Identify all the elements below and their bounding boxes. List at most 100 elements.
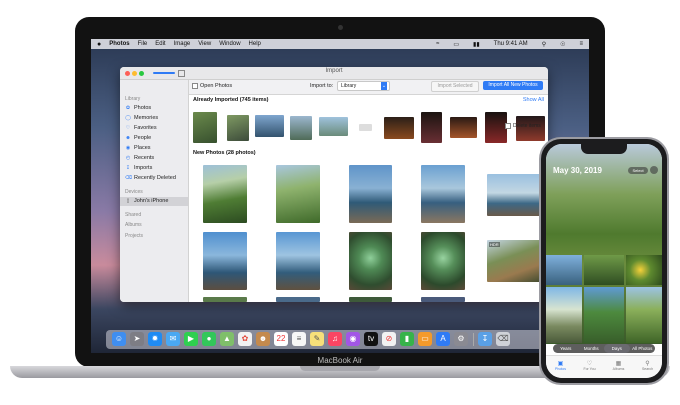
grid-photo[interactable] (546, 287, 582, 343)
imported-photo[interactable] (485, 112, 507, 143)
grid-photo[interactable] (626, 287, 662, 343)
new-photo[interactable] (203, 232, 247, 290)
contacts-icon[interactable]: ☻ (256, 332, 270, 346)
sidebar-item-memories[interactable]: ◯ Memories (125, 115, 158, 121)
new-photo[interactable] (349, 232, 392, 290)
delete-items-label: Delete items (513, 123, 541, 129)
delete-items-checkbox[interactable] (505, 123, 511, 129)
import-selected-button[interactable]: Import Selected (431, 81, 479, 92)
imported-photo[interactable] (450, 117, 477, 138)
apple-menu-icon[interactable]: ● (97, 41, 101, 48)
podcasts-icon[interactable]: ◉ (346, 332, 360, 346)
segment-years[interactable]: Years (553, 344, 579, 353)
notes-icon[interactable]: ✎ (310, 332, 324, 346)
sidebar-item-photos[interactable]: ✿ Photos (125, 105, 151, 111)
sidebar-item-imports[interactable]: ↧ Imports (125, 165, 152, 171)
new-photo[interactable] (276, 165, 320, 223)
imported-photo[interactable] (290, 116, 312, 140)
user-icon[interactable]: ☉ (560, 41, 565, 48)
imported-photo[interactable] (319, 117, 348, 136)
sidebar-item-label: Recently Deleted (134, 175, 176, 181)
import-all-button[interactable]: Import All New Photos (483, 81, 543, 90)
imported-photo[interactable] (255, 115, 284, 137)
new-photo[interactable] (421, 165, 465, 223)
albums-icon: ▦ (615, 361, 622, 367)
title-bar: Import (120, 67, 548, 80)
menu-help[interactable]: Help (249, 41, 261, 47)
new-photo[interactable] (421, 232, 465, 290)
desktop-screen: ● Photos File Edit Image View Window Hel… (91, 39, 589, 353)
maps-icon[interactable]: ▲ (220, 332, 234, 346)
new-photo[interactable] (276, 232, 320, 290)
facetime-icon[interactable]: ▶ (184, 332, 198, 346)
keynote-icon[interactable]: ▭ (418, 332, 432, 346)
new-photo[interactable] (276, 297, 320, 302)
imported-photo[interactable] (421, 112, 442, 143)
system-preferences-icon[interactable]: ⚙ (454, 332, 468, 346)
new-photo[interactable] (349, 165, 392, 223)
menu-window[interactable]: Window (219, 41, 240, 47)
search-icon[interactable]: ⚲ (542, 41, 546, 48)
segment-days[interactable]: Days (604, 344, 630, 353)
tab-albums[interactable]: ▦ Albums (604, 356, 633, 378)
new-photo[interactable] (421, 297, 465, 302)
imported-photo[interactable] (227, 115, 249, 141)
mail-icon[interactable]: ✉ (166, 332, 180, 346)
devices-header: Devices (125, 189, 143, 195)
menu-image[interactable]: Image (174, 41, 191, 47)
menu-view[interactable]: View (198, 41, 211, 47)
messages-icon[interactable]: ● (202, 332, 216, 346)
tab-for-you[interactable]: ♡ For You (575, 356, 604, 378)
reminders-icon[interactable]: ≡ (292, 332, 306, 346)
new-photo[interactable] (203, 297, 247, 302)
new-photo[interactable] (487, 174, 543, 216)
import-window: Import Open Photos Import to: Library ⌄ … (120, 67, 548, 302)
sidebar-item-places[interactable]: ◉ Places (125, 145, 151, 151)
tab-photos[interactable]: ▣ Photos (546, 356, 575, 378)
menu-app-name[interactable]: Photos (109, 41, 129, 47)
segment-months[interactable]: Months (579, 344, 605, 353)
tv-icon[interactable]: tv (364, 332, 378, 346)
grid-photo[interactable] (546, 255, 582, 285)
sidebar-item-label: People (134, 135, 152, 141)
menu-file[interactable]: File (138, 41, 148, 47)
new-photo[interactable] (349, 297, 392, 302)
sidebar-item-people[interactable]: ☻ People (125, 135, 151, 141)
music-icon[interactable]: ♫ (328, 332, 342, 346)
airplay-icon[interactable]: ▭ (453, 41, 459, 48)
show-all-link[interactable]: Show All (523, 97, 544, 103)
list-icon[interactable]: ≡ (579, 41, 583, 47)
segment-all-photos[interactable]: All Photos (630, 344, 656, 353)
sidebar-item-recently-deleted[interactable]: ⌫ Recently Deleted (125, 175, 176, 181)
import-to-select[interactable]: Library ⌄ (337, 81, 390, 91)
imported-photo[interactable] (193, 112, 217, 143)
battery-icon[interactable]: ▮▮ (473, 41, 480, 48)
imported-photo[interactable] (359, 124, 372, 131)
open-photos-checkbox[interactable] (192, 83, 198, 89)
calendar-icon[interactable]: 22 (274, 332, 288, 346)
new-photo[interactable] (203, 165, 247, 223)
finder-icon[interactable]: ☺ (112, 332, 126, 346)
photos-app-icon[interactable]: ✿ (238, 332, 252, 346)
launchpad-icon[interactable]: ➤ (130, 332, 144, 346)
tab-search[interactable]: ⚲ Search (633, 356, 662, 378)
imported-photo[interactable] (384, 117, 414, 139)
menu-clock[interactable]: Thu 9:41 AM (494, 41, 528, 47)
grid-photo[interactable] (626, 255, 662, 285)
sidebar-item-device[interactable]: ▯ John's iPhone (125, 198, 169, 204)
wifi-icon[interactable]: ≈ (436, 41, 439, 47)
news-icon[interactable]: ⊘ (382, 332, 396, 346)
sidebar-item-recents[interactable]: ◴ Recents (125, 155, 154, 161)
trash-dock-icon[interactable]: ⌫ (496, 332, 510, 346)
downloads-folder-icon[interactable]: ↧ (478, 332, 492, 346)
app-store-icon[interactable]: A (436, 332, 450, 346)
grid-photo[interactable] (584, 287, 624, 343)
safari-icon[interactable]: ✹ (148, 332, 162, 346)
sidebar-item-favorites[interactable]: ♡ Favorites (125, 125, 157, 131)
grid-photo[interactable] (584, 255, 624, 285)
sidebar-item-label: Places (134, 145, 151, 151)
menu-edit[interactable]: Edit (155, 41, 165, 47)
select-button[interactable]: Select (628, 167, 648, 174)
numbers-icon[interactable]: ▮ (400, 332, 414, 346)
more-icon[interactable] (650, 166, 658, 174)
